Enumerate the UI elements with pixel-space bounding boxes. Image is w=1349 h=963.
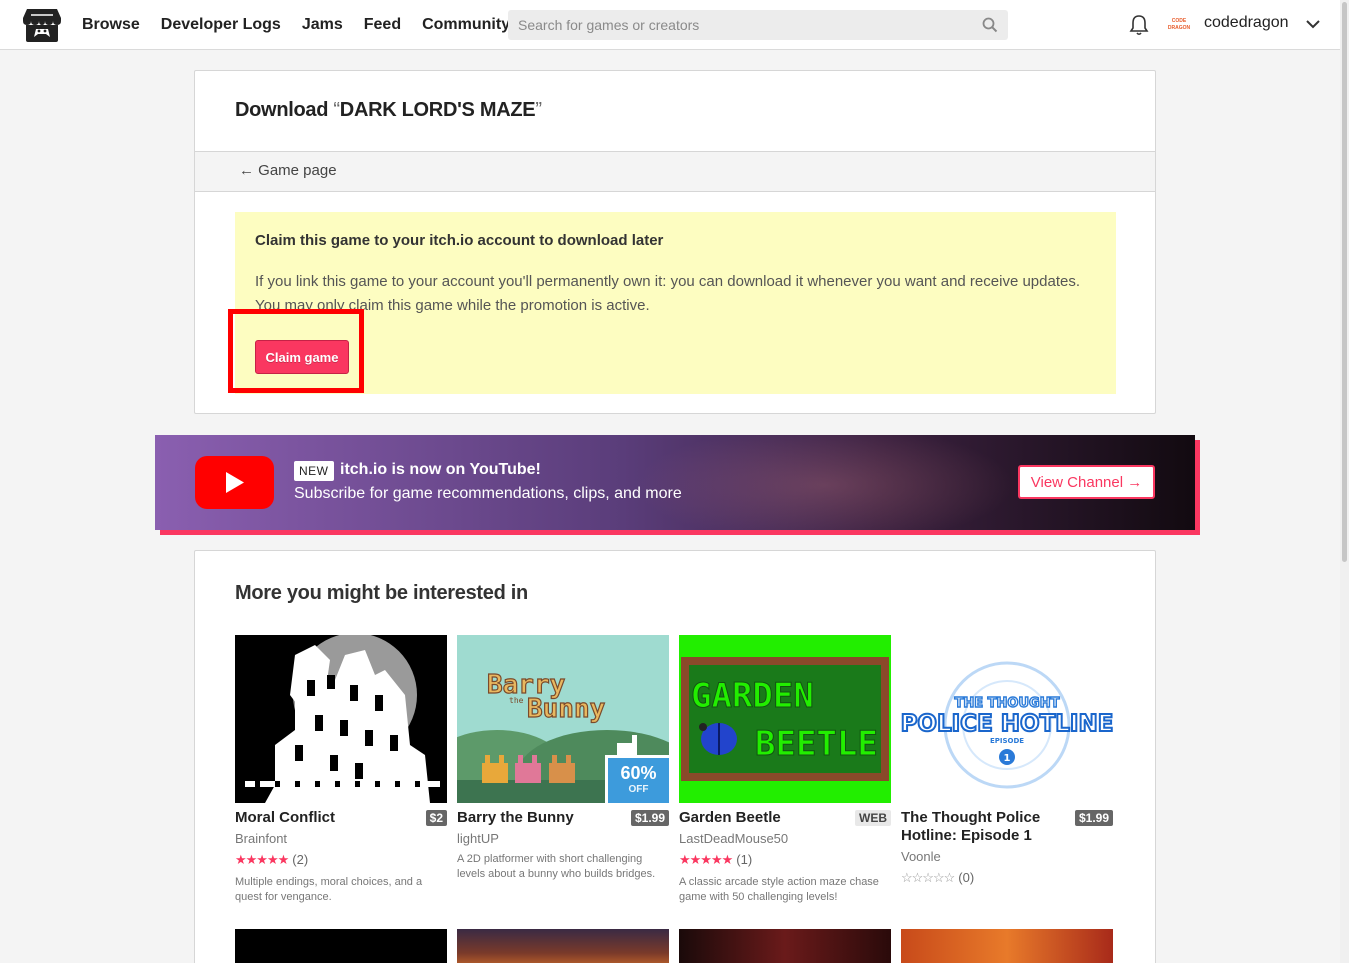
platform-badge: WEB	[855, 810, 891, 826]
bell-icon[interactable]	[1129, 14, 1149, 36]
thumb-text-beetle: BEETLE	[755, 724, 878, 764]
game-thumbnail[interactable]	[457, 929, 669, 963]
page-title: Download “DARK LORD'S MAZE”	[235, 99, 542, 122]
banner-background-art	[635, 435, 1015, 530]
game-name: DARK LORD'S MAZE	[339, 99, 536, 121]
rating-stars: ★★★★★ (1)	[679, 852, 752, 868]
game-page-link[interactable]: ← Game page	[239, 162, 337, 179]
star-icons: ☆☆☆☆☆	[901, 870, 955, 885]
youtube-banner[interactable]: NEW itch.io is now on YouTube! Subscribe…	[155, 435, 1195, 530]
nav-feed[interactable]: Feed	[364, 16, 401, 34]
thumb-text-bunny: Bunny	[527, 694, 605, 724]
thumb-text-episode: EPISODE	[990, 737, 1024, 745]
price-badge: $1.99	[630, 810, 669, 826]
thumb-text-the: the	[509, 696, 524, 705]
top-navigation-bar: Browse Developer Logs Jams Feed Communit…	[0, 0, 1340, 50]
game-author[interactable]: Brainfont	[235, 831, 287, 846]
sale-badge: 60% OFF	[605, 755, 669, 803]
search-input[interactable]	[508, 10, 968, 40]
game-author[interactable]: LastDeadMouse50	[679, 831, 788, 846]
download-panel: Download “DARK LORD'S MAZE” ← Game page …	[194, 70, 1156, 414]
price-badge: $2	[425, 810, 447, 826]
rating-count: (1)	[736, 852, 753, 867]
search-icon[interactable]	[982, 17, 998, 33]
thumb-text-episode-number: 1	[1004, 753, 1011, 764]
claim-description: If you link this game to your account yo…	[255, 273, 1080, 314]
game-title[interactable]: Moral Conflict	[235, 809, 410, 827]
game-author[interactable]: Voonle	[901, 849, 941, 864]
title-prefix: Download	[235, 99, 329, 121]
nav-jams[interactable]: Jams	[302, 16, 343, 34]
thought-police-art: THE THOUGHT POLICE HOTLINE EPISODE 1	[901, 635, 1113, 803]
game-card[interactable]: GARDEN BEETLE Garden Beetle WEB LastDead…	[679, 635, 891, 903]
close-quote: ”	[535, 99, 542, 121]
nav-browse[interactable]: Browse	[82, 16, 140, 34]
thumb-text-police-hotline: POLICE HOTLINE	[901, 711, 1113, 737]
claim-heading: Claim this game to your itch.io account …	[255, 232, 664, 249]
sale-percent: 60%	[620, 763, 657, 783]
game-title[interactable]: The Thought Police Hotline: Episode 1	[901, 809, 1076, 845]
recommendations-panel: More you might be interested in Moral Co…	[194, 550, 1156, 963]
game-title[interactable]: Barry the Bunny	[457, 809, 632, 827]
game-thumbnail[interactable]	[235, 929, 447, 963]
view-channel-button[interactable]: View Channel →	[1018, 465, 1155, 499]
sub-navigation: ← Game page	[195, 151, 1155, 192]
rating-count: (0)	[958, 870, 975, 885]
game-description: A 2D platformer with short challenging l…	[457, 853, 656, 880]
star-icons: ★★★★★	[235, 852, 289, 867]
thumb-text-the-thought: THE THOUGHT	[955, 696, 1060, 711]
game-description: Multiple endings, moral choices, and a q…	[235, 876, 423, 903]
price-badge: $1.99	[1074, 810, 1113, 826]
rating-count: (2)	[292, 852, 309, 867]
chevron-down-icon[interactable]	[1305, 18, 1321, 30]
thumb-text-garden: GARDEN	[691, 676, 814, 716]
game-card[interactable]: Moral Conflict $2 Brainfont ★★★★★ (2) Mul…	[235, 635, 447, 903]
garden-beetle-art: GARDEN BEETLE	[679, 635, 891, 803]
game-description: A classic arcade style action maze chase…	[679, 876, 879, 903]
sale-label: OFF	[628, 784, 649, 795]
game-thumbnail[interactable]: THE THOUGHT POLICE HOTLINE EPISODE 1	[901, 635, 1113, 803]
game-thumbnail[interactable]	[901, 929, 1113, 963]
nav-developer-logs[interactable]: Developer Logs	[161, 16, 281, 34]
avatar[interactable]: CODE DRAGON	[1167, 13, 1191, 37]
game-thumbnail[interactable]: GARDEN BEETLE	[679, 635, 891, 803]
scrollbar-thumb[interactable]	[1342, 2, 1347, 562]
game-thumbnail[interactable]	[235, 635, 447, 803]
rating-stars: ☆☆☆☆☆ (0)	[901, 870, 974, 886]
rating-stars: ★★★★★ (2)	[235, 852, 308, 868]
claim-box: Claim this game to your itch.io account …	[235, 212, 1116, 394]
banner-title: itch.io is now on YouTube!	[340, 461, 541, 478]
search-box	[508, 10, 1008, 40]
game-thumbnail[interactable]	[679, 929, 891, 963]
game-card[interactable]: THE THOUGHT POLICE HOTLINE EPISODE 1 The…	[901, 635, 1113, 885]
recommendations-title: More you might be interested in	[235, 582, 528, 604]
new-badge: NEW	[294, 461, 334, 481]
banner-subtitle: Subscribe for game recommendations, clip…	[294, 485, 682, 502]
moral-conflict-art	[235, 635, 447, 803]
game-title[interactable]: Garden Beetle	[679, 809, 854, 827]
game-thumbnail[interactable]: Barry the Bunny 60% OFF	[457, 635, 669, 803]
main-nav: Browse Developer Logs Jams Feed Communit…	[82, 0, 531, 50]
game-author[interactable]: lightUP	[457, 831, 499, 846]
itchio-logo-icon[interactable]	[22, 7, 62, 43]
youtube-logo-icon	[195, 456, 274, 509]
star-icons: ★★★★★	[679, 852, 733, 867]
nav-community[interactable]: Community	[422, 16, 510, 34]
username[interactable]: codedragon	[1204, 14, 1289, 32]
game-card[interactable]: Barry the Bunny 60% OFF Barry the Bunny …	[457, 635, 669, 880]
highlight-box	[228, 309, 364, 393]
